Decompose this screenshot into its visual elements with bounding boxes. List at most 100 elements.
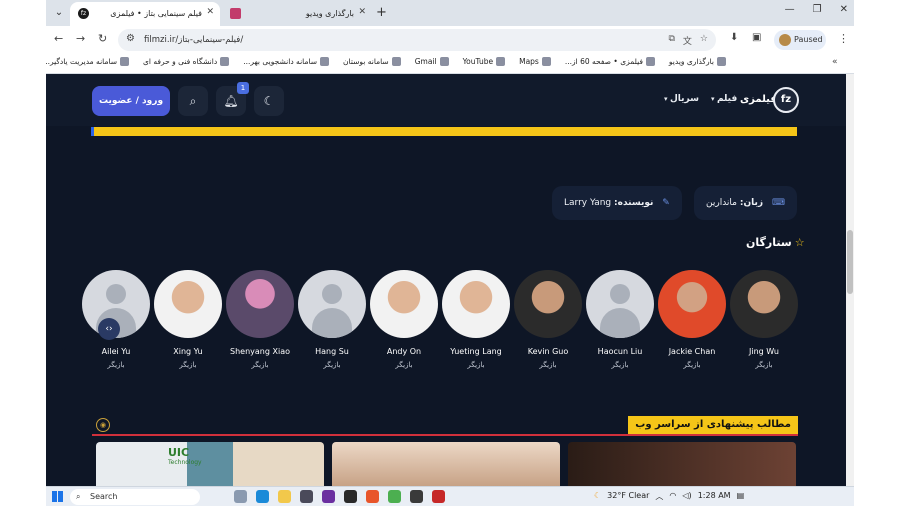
suggestion-card[interactable]: UIC Technology [96, 442, 324, 486]
back-icon[interactable]: ← [54, 32, 63, 45]
clock[interactable]: 1:28 AM [698, 491, 731, 502]
task-view-icon[interactable] [234, 490, 247, 503]
video-favicon-icon [230, 8, 241, 19]
bookmark-item[interactable]: سامانه بوستان [343, 57, 401, 66]
bookmark-favicon-icon [541, 57, 551, 66]
install-icon[interactable]: ⧉ [668, 34, 674, 47]
cast-member[interactable]: Ailei Yu بازیگر [80, 270, 152, 369]
recorder-icon[interactable] [432, 490, 445, 503]
bell-icon[interactable]: 🔔︎ 1 [216, 82, 249, 116]
nav-item-series[interactable]: سریال [664, 94, 699, 104]
close-icon[interactable]: ✕ [358, 7, 366, 17]
cast-member[interactable]: Hang Su بازیگر [296, 270, 368, 369]
site-info-icon[interactable]: ⚙ [126, 33, 135, 44]
login-button[interactable]: ورود / عضویت [92, 86, 170, 116]
page-scrollbar[interactable] [846, 74, 854, 486]
weather-text[interactable]: 32°F Clear [607, 491, 649, 502]
bookmark-favicon-icon [391, 57, 401, 66]
avatar [658, 270, 726, 338]
cast-role: بازیگر [539, 361, 557, 369]
bookmark-item[interactable]: سامانه دانشجویی بهر... [243, 57, 330, 66]
bookmark-label: سامانه دانشجویی بهر... [243, 57, 318, 66]
reload-icon[interactable]: ↻ [98, 32, 107, 45]
window-close-icon[interactable]: ✕ [840, 4, 848, 15]
windows-start-icon[interactable] [52, 491, 63, 502]
mail-icon[interactable] [344, 490, 357, 503]
new-tab-button[interactable]: + [376, 5, 387, 20]
star-icon: ☆ [794, 236, 805, 249]
carousel-next-icon[interactable]: ‹› [98, 318, 120, 340]
bookmark-item[interactable]: بارگذاری ویدیو [669, 57, 726, 66]
bookmark-item[interactable]: دانشگاه فنی و حرفه ای [143, 57, 230, 66]
download-icon[interactable]: ⬇ [730, 32, 738, 43]
side-panel-icon[interactable]: ▣ [752, 32, 761, 43]
window-controls: — ❐ ✕ [785, 4, 848, 15]
minimize-icon[interactable]: — [785, 4, 795, 15]
writer-key: نویسنده: [614, 198, 654, 208]
suggestion-card[interactable] [332, 442, 560, 486]
forward-icon[interactable]: → [76, 32, 85, 45]
close-icon[interactable]: ✕ [206, 7, 214, 17]
file-explorer-icon[interactable] [278, 490, 291, 503]
avatar [154, 270, 222, 338]
cast-member[interactable]: Xing Yu بازیگر [152, 270, 224, 369]
cast-heading: ☆ستارگان [746, 236, 805, 249]
more-bookmarks-icon[interactable]: » [832, 57, 838, 67]
edge-icon[interactable] [256, 490, 269, 503]
logo-text[interactable]: فیلمزی [740, 94, 777, 105]
restore-icon[interactable]: ❐ [813, 4, 822, 15]
menu-icon[interactable]: ⋮ [838, 32, 849, 45]
wifi-icon[interactable]: ◠ [669, 491, 676, 502]
bookmark-star-icon[interactable]: ☆ [700, 34, 708, 47]
nav-item-film[interactable]: فیلم [711, 94, 737, 104]
photos-icon[interactable] [410, 490, 423, 503]
language-key: زبان: [739, 198, 764, 208]
chevron-up-icon[interactable]: ︿ [655, 491, 663, 502]
firefox-icon[interactable] [366, 490, 379, 503]
cast-member[interactable]: Andy On بازیگر [368, 270, 440, 369]
notifications-icon[interactable]: ▤ [737, 491, 745, 502]
suggestion-card[interactable] [568, 442, 796, 486]
cast-member[interactable]: Jing Wu بازیگر [728, 270, 800, 369]
bookmark-item[interactable]: فیلمزی • صفحه 60 از... [565, 57, 655, 66]
main-nav: فیلم سریال [664, 94, 737, 104]
language-value: ماندارین [706, 198, 737, 208]
bookmark-label: Gmail [414, 57, 437, 66]
cast-member[interactable]: Shenyang Xiao بازیگر [224, 270, 296, 369]
banner-accent [91, 127, 94, 136]
bookmark-item[interactable]: Gmail [415, 57, 449, 66]
dark-mode-icon[interactable]: ☾ [254, 86, 284, 116]
bookmark-label: سامانه مدیریت یادگیر... [46, 57, 118, 66]
tab-search-icon[interactable]: ⌄ [50, 4, 68, 22]
url-text[interactable]: filmzi.ir/فیلم-سینمایی-بتاز/ [144, 35, 243, 45]
cast-member[interactable]: Haocun Liu بازیگر [584, 270, 656, 369]
cast-member[interactable]: Yueting Lang بازیگر [440, 270, 512, 369]
cast-member[interactable]: Kevin Guo بازیگر [512, 270, 584, 369]
card-label: UIC [168, 446, 190, 459]
xd-icon[interactable] [322, 490, 335, 503]
bookmark-favicon-icon [717, 57, 726, 66]
suggestions-header: ◉ مطالب پیشنهادی از سراسر وب [92, 416, 798, 436]
tab-inactive[interactable]: بارگذاری ویدیو ✕ [222, 2, 372, 26]
translate-icon[interactable]: 文 [683, 34, 692, 47]
notification-badge: 1 [237, 82, 249, 94]
store-icon[interactable] [300, 490, 313, 503]
cast-role: بازیگر [755, 361, 773, 369]
cast-role: بازیگر [323, 361, 341, 369]
bookmark-item[interactable]: YouTube [463, 57, 506, 66]
volume-icon[interactable]: ◁) [682, 491, 691, 502]
tab-active[interactable]: fz فیلم سینمایی بتاز • فیلمزی ✕ [70, 2, 220, 26]
search-icon[interactable]: ⌕ [178, 86, 208, 116]
cast-member[interactable]: Jackie Chan بازیگر [656, 270, 728, 369]
site-header: ورود / عضویت ⌕ 🔔︎ 1 ☾ فیلم سریال فیلمزی … [46, 74, 846, 126]
taskbar-search[interactable]: ⌕ Search [70, 489, 200, 505]
bookmark-item[interactable]: Maps [519, 57, 551, 66]
logo[interactable]: fz [773, 87, 799, 113]
profile-paused-button[interactable]: Paused [774, 30, 826, 50]
paused-label: Paused [794, 35, 823, 44]
address-bar[interactable]: ⚙ filmzi.ir/فیلم-سینمایی-بتاز/ ⧉ 文 ☆ [118, 29, 716, 51]
scrollbar-thumb[interactable] [847, 230, 853, 294]
chrome-icon[interactable] [388, 490, 401, 503]
bookmark-item[interactable]: سامانه مدیریت یادگیر... [46, 57, 130, 66]
taskbar-apps [234, 490, 445, 503]
